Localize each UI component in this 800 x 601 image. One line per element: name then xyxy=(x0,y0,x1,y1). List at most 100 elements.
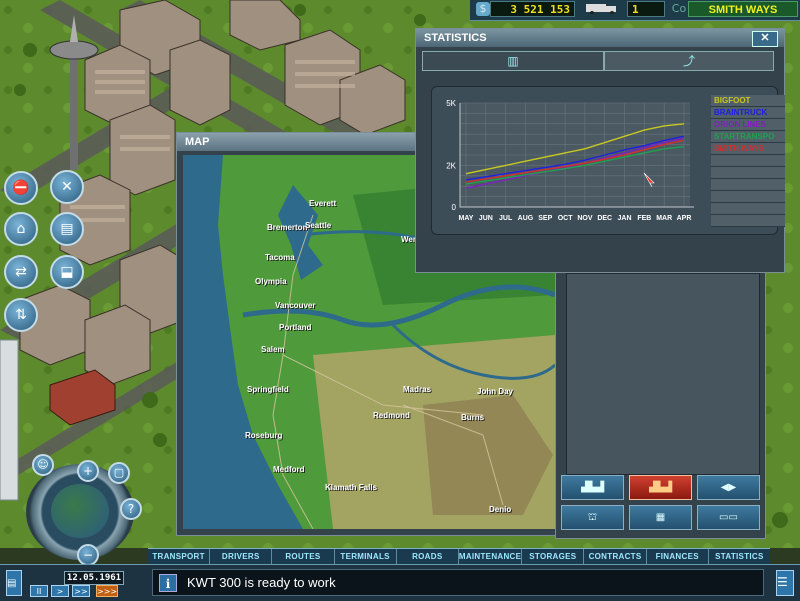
factory-button[interactable]: ▤ xyxy=(50,212,84,246)
city-label[interactable]: Madras xyxy=(403,385,431,394)
zoom-out-icon: − xyxy=(82,548,94,562)
city-label[interactable]: Vancouver xyxy=(275,301,315,310)
money-display: 3 521 153 xyxy=(490,1,575,17)
city-label[interactable]: Springfield xyxy=(247,385,289,394)
notes-icon: ☰ xyxy=(777,575,788,589)
terminal-icon: ⌂ xyxy=(16,221,26,237)
x-tick-label: OCT xyxy=(558,215,574,222)
truck-icon[interactable] xyxy=(583,2,623,16)
arrows-left-right-icon: ◀▶ xyxy=(720,482,737,493)
city-label[interactable]: Roseburg xyxy=(245,431,282,440)
road-tool-button[interactable]: ⛔ xyxy=(4,171,38,205)
legend-row: BIGFOOT xyxy=(711,95,785,107)
terminal-button[interactable]: ⌂ xyxy=(4,212,38,246)
speed-1-button[interactable]: > xyxy=(51,585,69,597)
city-label[interactable]: Tacoma xyxy=(265,253,295,262)
city-label[interactable]: Denio xyxy=(489,505,511,514)
city-label[interactable]: Klamath Falls xyxy=(325,483,377,492)
minimap-view[interactable] xyxy=(51,484,109,538)
company-name[interactable]: SMITH WAYS xyxy=(688,1,798,17)
truck-trailer-button[interactable]: ▭▭ xyxy=(697,505,760,530)
x-tick-label: AUG xyxy=(518,215,534,222)
close-icon: ✕ xyxy=(760,32,770,44)
legend-row: STARTRANSPO xyxy=(711,131,785,143)
speed-2-button[interactable]: >> xyxy=(72,585,90,597)
city-red-button[interactable]: ▟▙▟ xyxy=(629,475,692,500)
truck-count: 1 xyxy=(627,1,665,17)
factory-building-icon: ▦ xyxy=(655,512,666,523)
x-tick-label: JAN xyxy=(618,215,632,222)
wrench-tools-icon: ✕ xyxy=(61,179,73,195)
arrows-left-right-button[interactable]: ◀▶ xyxy=(697,475,760,500)
help-button[interactable]: ? xyxy=(120,498,142,520)
city-label[interactable]: Seattle xyxy=(305,221,331,230)
dollar-icon: $ xyxy=(476,2,490,16)
info-icon[interactable]: i xyxy=(159,574,177,592)
menu-storages[interactable]: STORAGES xyxy=(522,549,585,565)
menu-routes[interactable]: ROUTES xyxy=(272,549,335,565)
legend-row: SMITH WAYS xyxy=(711,143,785,155)
person-button[interactable]: ☺ xyxy=(32,454,54,476)
x-tick-label: JUN xyxy=(479,215,493,222)
truck-trailer-icon: ▭▭ xyxy=(719,512,738,523)
menu-roads[interactable]: ROADS xyxy=(397,549,459,565)
power-plant-button[interactable]: ⛫ xyxy=(561,505,624,530)
legend-row: BRAINTRUCK xyxy=(711,107,785,119)
arrows-button[interactable]: ⇅ xyxy=(4,298,38,332)
menu-maintenance[interactable]: MAINTENANCE xyxy=(459,549,523,565)
legend-row xyxy=(711,155,785,167)
city-label[interactable]: Redmond xyxy=(373,411,410,420)
route-button[interactable]: ⇄ xyxy=(4,255,38,289)
zoom-in-icon: + xyxy=(82,464,94,478)
minimap-widget: + − ? ☺ ▢ xyxy=(20,454,142,566)
legend-row xyxy=(711,215,785,227)
x-tick-label: APR xyxy=(677,215,692,222)
right-panel: ▟▙▟ ▟▙▟ ◀▶ ⛫ ▦ ▭▭ xyxy=(555,262,766,539)
city-label[interactable]: Portland xyxy=(279,323,311,332)
y-tick-label: 5K xyxy=(446,99,456,108)
speed-3-button[interactable]: >>> xyxy=(96,585,118,597)
route-icon: ⇄ xyxy=(15,264,27,280)
square-button[interactable]: ▢ xyxy=(108,462,130,484)
game-date: 12.05.1961 xyxy=(64,571,124,585)
chart-legend: BIGFOOT BRAINTRUCK ORION LINES STARTRANSPO S… xyxy=(711,95,785,227)
disk-icon: ▤ xyxy=(7,578,17,589)
legend-row xyxy=(711,203,785,215)
x-tick-label: FEB xyxy=(637,215,651,222)
city-label[interactable]: Bremerton xyxy=(267,223,307,232)
wrench-tools-button[interactable]: ✕ xyxy=(50,170,84,204)
x-tick-label: MAY xyxy=(459,215,474,222)
bar-chart-tab[interactable]: ▥ xyxy=(422,51,604,71)
save-disk-button[interactable]: ▤ xyxy=(6,570,22,596)
city-skyline-button[interactable]: ▟▙▟ xyxy=(561,475,624,500)
city-label[interactable]: Everett xyxy=(309,199,336,208)
line-chart-icon: ⤴ xyxy=(682,54,695,68)
pause-button[interactable]: II xyxy=(30,585,48,597)
city-label[interactable]: Medford xyxy=(273,465,305,474)
menu-statistics[interactable]: STATISTICS xyxy=(709,549,770,565)
notes-button[interactable]: ☰ xyxy=(776,570,794,596)
statistics-window: STATISTICS ✕ ▥ ⤴ 0 2K 5K MAY JUN JUL AUG SEP OCT… xyxy=(415,28,785,273)
city-label[interactable]: John Day xyxy=(477,387,513,396)
warehouse-button[interactable]: ⬓ xyxy=(50,255,84,289)
city-label[interactable]: Salem xyxy=(261,345,285,354)
menu-terminals[interactable]: TERMINALS xyxy=(335,549,397,565)
close-button[interactable]: ✕ xyxy=(752,31,778,47)
zoom-in-button[interactable]: + xyxy=(77,460,99,482)
menu-drivers[interactable]: DRIVERS xyxy=(210,549,273,565)
status-message: KWT 300 is ready to work xyxy=(187,575,336,590)
line-chart-tab[interactable]: ⤴ xyxy=(604,51,774,71)
factory-building-button[interactable]: ▦ xyxy=(629,505,692,530)
y-tick-label: 0 xyxy=(452,203,457,212)
statistics-title: STATISTICS xyxy=(416,29,784,47)
menu-transport[interactable]: TRANSPORT xyxy=(148,549,211,565)
city-label[interactable]: Olympia xyxy=(255,277,287,286)
city-label[interactable]: Burns xyxy=(461,413,484,422)
menu-finances[interactable]: FINANCES xyxy=(647,549,709,565)
menu-contracts[interactable]: CONTRACTS xyxy=(584,549,647,565)
zoom-out-button[interactable]: − xyxy=(77,544,99,566)
x-tick-label: SEP xyxy=(538,215,552,222)
bar-chart-icon: ▥ xyxy=(507,54,519,68)
chart-plot: 0 2K 5K MAY JUN JUL AUG SEP OCT NOV DEC JAN FEB MAR AP… xyxy=(446,99,694,222)
x-tick-label: DEC xyxy=(597,215,612,222)
